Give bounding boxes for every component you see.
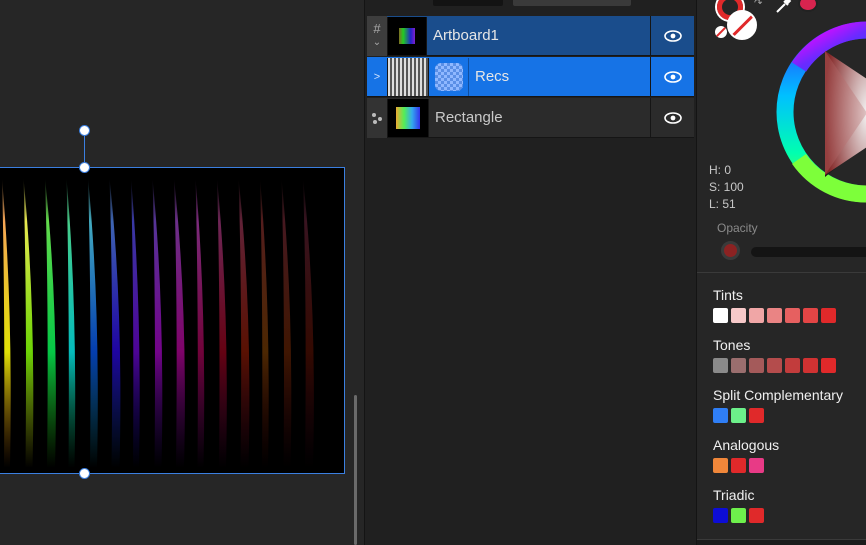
visibility-toggle[interactable] xyxy=(650,16,694,55)
canvas-area[interactable] xyxy=(0,0,364,545)
color-swatch[interactable] xyxy=(749,308,764,323)
color-swatch[interactable] xyxy=(713,358,728,373)
color-swatch[interactable] xyxy=(785,308,800,323)
color-swatch[interactable] xyxy=(713,458,728,473)
color-swatch[interactable] xyxy=(731,508,746,523)
color-swatch[interactable] xyxy=(803,358,818,373)
layer-thumbnail xyxy=(387,57,429,96)
color-swatch[interactable] xyxy=(731,408,746,423)
spectrum-stripe xyxy=(195,178,205,468)
spectrum-stripe xyxy=(152,178,163,468)
section-title: Tones xyxy=(713,337,751,353)
selection-right-edge xyxy=(344,167,345,474)
panel-divider xyxy=(697,272,866,273)
selection-bottom-edge xyxy=(0,473,345,474)
color-swatch[interactable] xyxy=(767,358,782,373)
layer-name: Rectangle xyxy=(435,109,503,126)
color-swatch[interactable] xyxy=(749,508,764,523)
section-title: Analogous xyxy=(713,437,780,453)
spectrum-stripe xyxy=(281,178,292,468)
eye-icon xyxy=(663,111,682,124)
color-swatch[interactable] xyxy=(749,358,764,373)
spectrum-stripe xyxy=(303,178,314,468)
color-swatch[interactable] xyxy=(821,308,836,323)
spectrum-stripe xyxy=(217,178,227,468)
mask-thumbnail xyxy=(429,57,469,96)
color-swatch[interactable] xyxy=(713,308,728,323)
spectrum-stripe xyxy=(23,178,34,468)
color-wheel[interactable] xyxy=(769,19,866,205)
opacity-slider[interactable] xyxy=(751,247,866,257)
color-swatch[interactable] xyxy=(731,358,746,373)
layer-row-rectangle[interactable]: Rectangle xyxy=(367,97,694,138)
layer-row-artboard1[interactable]: # ⌄ Artboard1 xyxy=(367,15,694,56)
swatch-row xyxy=(713,308,836,323)
bottom-resize-handle[interactable] xyxy=(79,468,90,479)
section-title: Triadic xyxy=(713,487,755,503)
rotation-handle[interactable] xyxy=(79,125,90,136)
layer-name: Recs xyxy=(475,68,510,85)
visibility-toggle[interactable] xyxy=(650,57,694,96)
spectrum-stripe xyxy=(260,178,269,468)
color-swatch[interactable] xyxy=(767,308,782,323)
visibility-toggle[interactable] xyxy=(650,98,694,137)
color-panel: ↷ H: 0 S: 100 L: 51 Opacity Tints Tones … xyxy=(696,0,866,545)
eyedropper-icon[interactable] xyxy=(773,0,793,14)
saturation-readout: S: 100 xyxy=(709,180,744,194)
none-swatch-icon[interactable] xyxy=(715,26,727,38)
blend-mode-select[interactable] xyxy=(513,0,631,6)
selection-top-edge xyxy=(0,167,345,168)
opacity-input[interactable] xyxy=(433,0,503,6)
eye-icon xyxy=(663,70,682,83)
top-resize-handle[interactable] xyxy=(79,162,90,173)
layer-row-recs[interactable]: > Recs xyxy=(367,57,694,97)
expand-toggle[interactable]: > xyxy=(367,57,387,97)
opacity-label: Opacity xyxy=(717,221,758,235)
spectrum-stripe xyxy=(2,178,11,468)
hue-readout: H: 0 xyxy=(709,163,732,177)
section-title: Split Complementary xyxy=(713,387,843,403)
color-swatch[interactable] xyxy=(749,458,764,473)
current-color-swatch[interactable] xyxy=(798,0,818,12)
swatch-row xyxy=(713,508,764,523)
swap-colors-icon[interactable]: ↷ xyxy=(754,0,762,9)
layer-thumbnail xyxy=(387,16,427,55)
vertical-scrollbar[interactable] xyxy=(354,395,357,545)
color-swatch[interactable] xyxy=(731,308,746,323)
color-swatch[interactable] xyxy=(713,508,728,523)
swatch-row xyxy=(713,358,836,373)
spectrum-stripe xyxy=(238,178,250,468)
layers-toolbar xyxy=(365,0,697,14)
shape-icon xyxy=(367,97,387,138)
spectrum-stripe xyxy=(45,178,56,468)
color-swatch[interactable] xyxy=(713,408,728,423)
color-swatch[interactable] xyxy=(803,308,818,323)
panel-bottom-border xyxy=(697,539,866,545)
spectrum-stripe xyxy=(66,178,76,468)
color-swatch[interactable] xyxy=(821,358,836,373)
spectrum-stripe xyxy=(131,178,140,468)
section-title: Tints xyxy=(713,287,743,303)
opacity-color-dot xyxy=(721,241,740,260)
color-swatch[interactable] xyxy=(749,408,764,423)
eye-icon xyxy=(663,29,682,42)
layers-panel: # ⌄ Artboard1 > Recs Rectangle xyxy=(364,0,696,545)
spectrum-stripe xyxy=(174,178,185,468)
lightness-readout: L: 51 xyxy=(709,197,736,211)
spectrum-stripe xyxy=(109,178,121,468)
layer-thumbnail xyxy=(387,98,429,137)
spectrum-stripe xyxy=(88,178,98,468)
layer-name: Artboard1 xyxy=(433,27,499,44)
artboard-icon: # ⌄ xyxy=(367,15,387,56)
swatch-row xyxy=(713,408,764,423)
fill-well[interactable] xyxy=(727,10,757,40)
spectrum-stripes xyxy=(2,178,314,468)
artboard-artwork[interactable] xyxy=(0,168,344,474)
swatch-row xyxy=(713,458,764,473)
color-swatch[interactable] xyxy=(731,458,746,473)
color-swatch[interactable] xyxy=(785,358,800,373)
